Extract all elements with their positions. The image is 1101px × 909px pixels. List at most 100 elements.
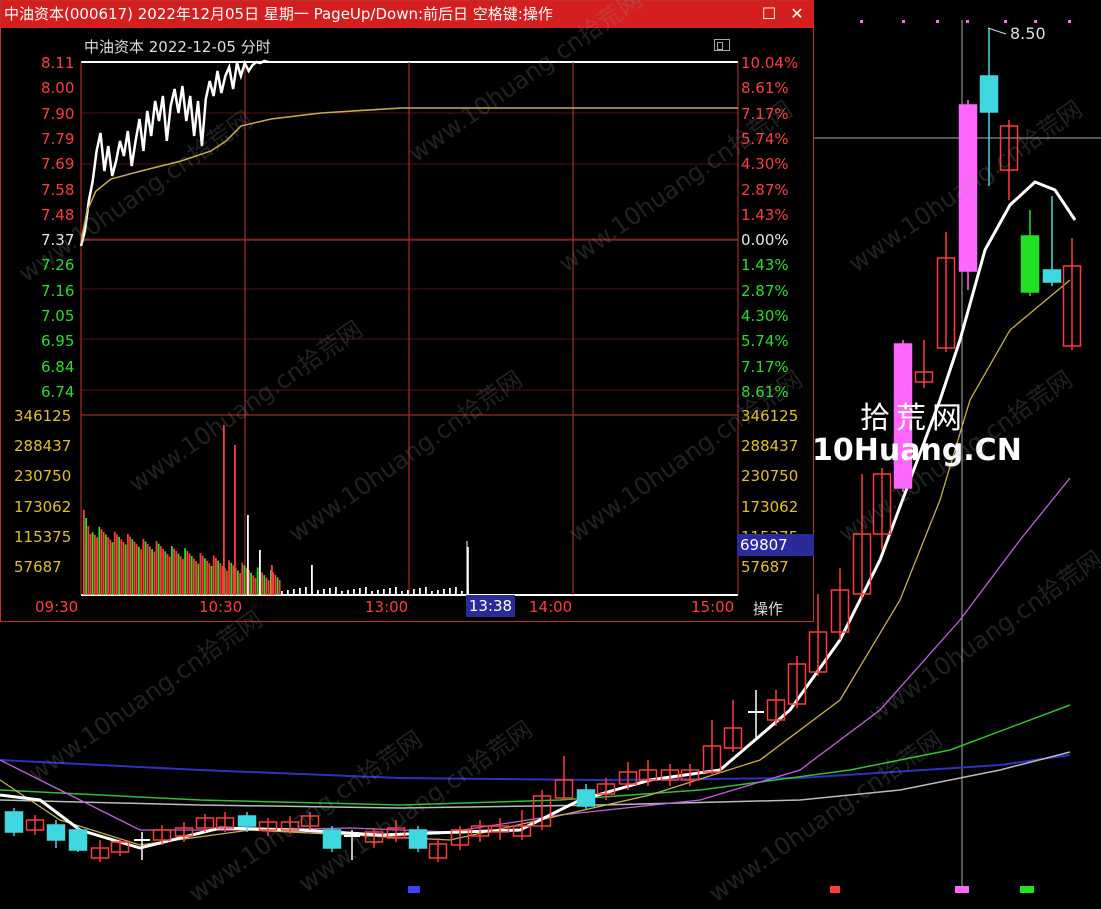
volume-bar <box>116 534 118 595</box>
volume-bar <box>215 558 217 595</box>
time-tick: 14:00 <box>529 598 573 616</box>
volume-bar <box>223 425 225 595</box>
bottom-marker <box>1020 886 1034 893</box>
volume-bar <box>335 587 337 595</box>
price-tick: 6.74 <box>41 382 75 401</box>
volume-bar <box>261 572 263 595</box>
volume-bar <box>274 574 277 595</box>
price-tick: 7.16 <box>41 281 75 300</box>
volume-bar <box>107 537 109 595</box>
volume-bar <box>395 587 397 595</box>
time-tick: 10:30 <box>199 598 243 616</box>
volume-bar <box>85 518 87 595</box>
cursor-volume-box: 69807 <box>737 534 814 556</box>
volume-bar <box>243 565 246 595</box>
volume-bar <box>83 510 85 595</box>
limit-dot <box>1068 20 1071 23</box>
price-tick: 7.37 <box>41 231 75 250</box>
volume-bar <box>281 591 283 595</box>
price-tick: 8.11 <box>41 54 75 72</box>
time-tick: 13:00 <box>365 598 409 616</box>
volume-bar <box>135 544 138 595</box>
volume-bar <box>359 588 361 595</box>
bottom-marker <box>830 886 840 893</box>
volume-bar <box>162 548 164 595</box>
volume-bar <box>96 537 98 595</box>
volume-bar <box>208 563 211 595</box>
panel-toggle-icon[interactable] <box>714 39 730 51</box>
pct-tick: 7.17% <box>741 104 789 123</box>
volume-bar <box>122 541 125 595</box>
volume-bar <box>305 587 307 595</box>
volume-bar <box>197 563 200 595</box>
close-icon[interactable]: ✕ <box>787 4 807 24</box>
volume-bar <box>151 549 153 595</box>
candle-body <box>4 811 24 833</box>
volume-bar <box>419 588 421 595</box>
volume-bar <box>111 542 114 595</box>
volume-bar <box>179 556 182 595</box>
time-tick: 15:00 <box>691 598 735 616</box>
pct-tick: 7.17% <box>741 357 789 376</box>
volume-tick: 230750 <box>14 467 72 486</box>
pct-tick: 8.61% <box>741 382 789 401</box>
volume-bar <box>407 590 409 595</box>
volume-bar <box>155 541 158 595</box>
volume-tick: 288437 <box>14 437 72 456</box>
volume-bar <box>168 556 171 595</box>
volume-tick: 115375 <box>14 527 72 546</box>
limit-dot <box>902 20 905 23</box>
limit-dot <box>1004 20 1007 23</box>
volume-bar <box>371 591 373 595</box>
operate-label[interactable]: 操作 <box>753 598 783 619</box>
volume-bar <box>455 587 457 595</box>
volume-bar <box>239 573 241 595</box>
volume-bar <box>252 575 255 595</box>
logo-en-text: 10Huang.CN <box>812 433 1022 468</box>
volume-bar <box>87 526 90 595</box>
volume-bar <box>206 560 208 595</box>
price-tick: 7.05 <box>41 307 75 325</box>
intraday-chart[interactable] <box>1 28 813 621</box>
popup-title-bar[interactable]: 中油资本(000617) 2022年12月05日 星期一 PageUp/Down… <box>1 1 813 28</box>
volume-bar <box>124 544 127 595</box>
peak-pointer <box>987 27 1007 35</box>
volume-bar <box>133 541 136 595</box>
volume-bar <box>265 577 268 595</box>
volume-bar <box>449 588 451 595</box>
volume-bar <box>383 589 385 595</box>
volume-bar <box>210 565 213 595</box>
volume-bar <box>293 589 295 595</box>
volume-bar <box>160 546 162 595</box>
candle-body <box>322 829 342 849</box>
volume-bar <box>190 555 193 595</box>
limit-dot <box>860 20 863 23</box>
volume-bar <box>131 539 134 595</box>
volume-bar <box>259 550 261 595</box>
volume-bar <box>413 589 415 595</box>
price-tick: 7.58 <box>41 180 75 199</box>
volume-bar <box>186 550 189 595</box>
volume-bar <box>431 591 433 595</box>
cursor-time-box: 13:38 <box>466 595 515 617</box>
price-tick: 6.84 <box>41 357 75 376</box>
volume-bar <box>389 588 391 595</box>
restore-icon[interactable]: ☐ <box>759 4 779 24</box>
volume-bar <box>377 590 379 595</box>
volume-bar <box>184 548 186 595</box>
volume-bar <box>299 588 301 595</box>
intraday-popup[interactable]: 中油资本(000617) 2022年12月05日 星期一 PageUp/Down… <box>0 0 814 622</box>
volume-bar <box>401 591 403 595</box>
volume-bar <box>201 555 204 595</box>
volume-bar <box>250 572 252 595</box>
limit-dot <box>936 20 939 23</box>
volume-bar <box>247 515 249 595</box>
pct-tick: 2.87% <box>741 180 789 199</box>
volume-bar <box>256 567 259 595</box>
volume-bar <box>276 577 279 595</box>
volume-bar <box>166 553 169 595</box>
volume-bar <box>127 534 129 595</box>
volume-bar <box>157 543 160 595</box>
volume-bar <box>195 561 197 595</box>
volume-bar <box>311 591 313 595</box>
